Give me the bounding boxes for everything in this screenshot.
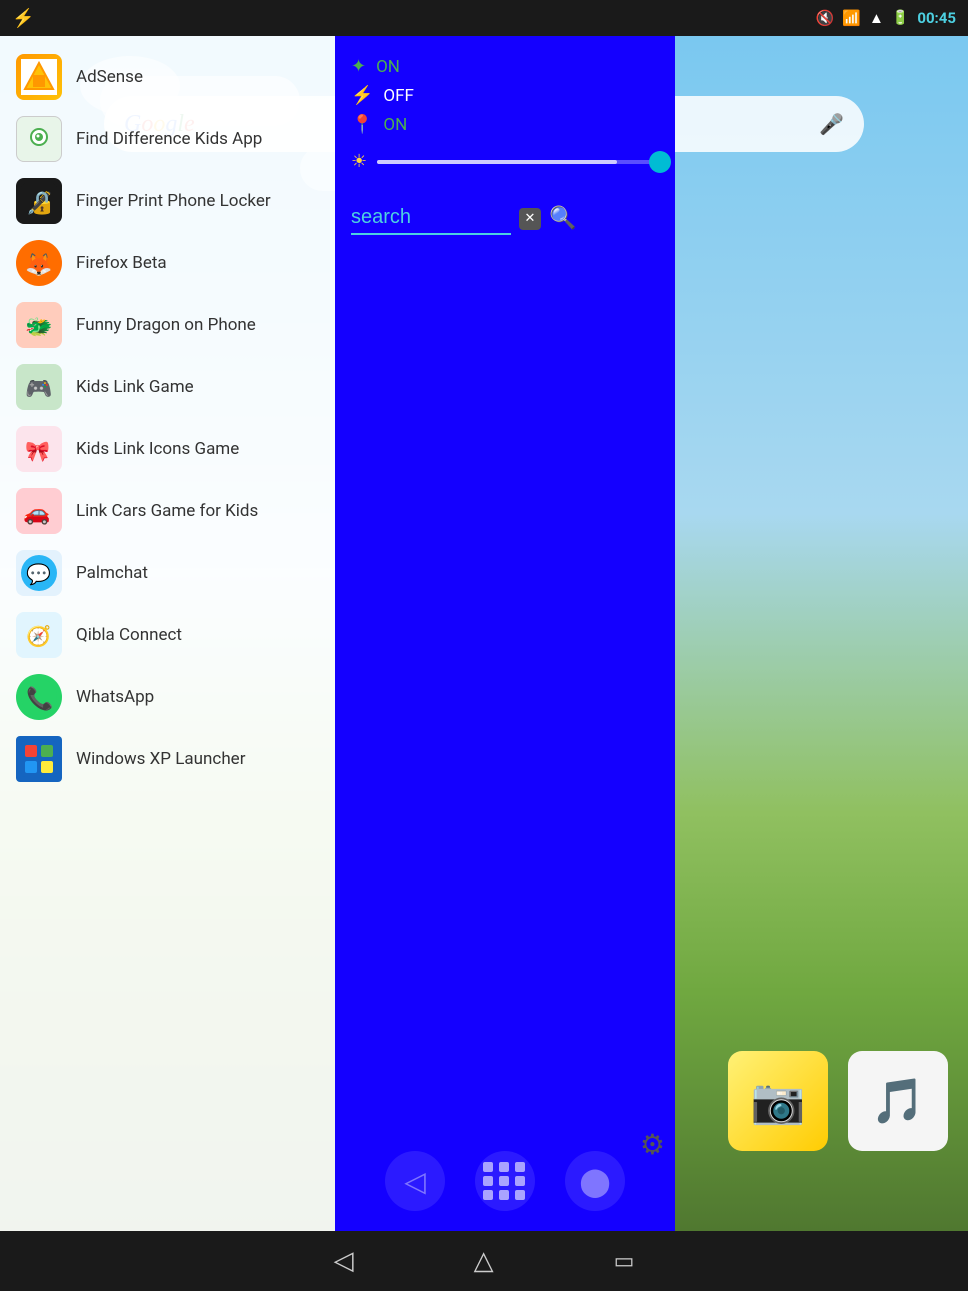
- app-icon-link-cars: 🚗: [16, 488, 62, 534]
- wifi-toggle-label: ON: [376, 57, 400, 77]
- home-button[interactable]: △: [474, 1246, 494, 1276]
- svg-text:🎮: 🎮: [25, 377, 52, 402]
- brightness-thumb[interactable]: [649, 151, 671, 173]
- navigation-bar: ◁ △ ▭: [0, 1231, 968, 1291]
- app-item-palmchat[interactable]: 💬 Palmchat: [0, 542, 335, 604]
- app-name-fingerprint: Finger Print Phone Locker: [76, 191, 271, 211]
- app-icon-qibla: 🧭: [16, 612, 62, 658]
- bluetooth-icon: ⚡: [351, 85, 373, 106]
- wifi-toggle-row[interactable]: ✦ ON: [351, 56, 659, 77]
- svg-text:🚗: 🚗: [23, 501, 50, 526]
- vinyl-icon: 🎵: [871, 1075, 926, 1127]
- app-name-winxp: Windows XP Launcher: [76, 749, 245, 769]
- app-item-adsense[interactable]: AdSense: [0, 46, 335, 108]
- app-icon-adsense: [16, 54, 62, 100]
- blue-panel-bottom-bar: ◁ ⬤: [335, 1131, 675, 1231]
- app-name-dragon: Funny Dragon on Phone: [76, 315, 256, 335]
- app-item-link-cars[interactable]: 🚗 Link Cars Game for Kids: [0, 480, 335, 542]
- svg-text:🔏: 🔏: [26, 190, 53, 216]
- app-item-winxp[interactable]: Windows XP Launcher: [0, 728, 335, 790]
- blue-panel-back-btn[interactable]: ◁: [385, 1151, 445, 1211]
- blue-panel-recents-btn[interactable]: ⬤: [565, 1151, 625, 1211]
- app-item-fingerprint[interactable]: 🔏 Finger Print Phone Locker: [0, 170, 335, 232]
- app-icon-kids-link: 🎮: [16, 364, 62, 410]
- desktop-icons-area: 📷 🎵: [728, 1051, 948, 1151]
- svg-text:📞: 📞: [26, 684, 54, 712]
- app-item-whatsapp[interactable]: 📞 WhatsApp: [0, 666, 335, 728]
- location-icon: 📍: [351, 114, 373, 135]
- app-item-firefox[interactable]: 🦊 Firefox Beta: [0, 232, 335, 294]
- app-item-find-diff[interactable]: Find Difference Kids App: [0, 108, 335, 170]
- app-item-kids-link-icons[interactable]: 🎀 Kids Link Icons Game: [0, 418, 335, 480]
- app-icon-winxp: [16, 736, 62, 782]
- status-right-icons: 🔇 📶 ▲ 🔋 00:45: [816, 9, 956, 27]
- blue-panel-home-btn[interactable]: [475, 1151, 535, 1211]
- app-icon-fingerprint: 🔏: [16, 178, 62, 224]
- status-time: 00:45: [917, 9, 956, 27]
- brightness-fill: [377, 160, 617, 164]
- app-name-kids-link: Kids Link Game: [76, 377, 194, 397]
- app-icon-find-diff: [16, 116, 62, 162]
- wifi-icon: 📶: [842, 9, 861, 27]
- blue-settings-panel: ✦ ON ⚡ OFF 📍 ON ☀ ✕ 🔍 ◁: [335, 36, 675, 1231]
- app-icon-firefox: 🦊: [16, 240, 62, 286]
- app-name-whatsapp: WhatsApp: [76, 687, 154, 707]
- gear-icon[interactable]: ⚙: [640, 1128, 665, 1161]
- signal-icon: ▲: [869, 9, 884, 27]
- app-icon-whatsapp: 📞: [16, 674, 62, 720]
- app-item-qibla[interactable]: 🧭 Qibla Connect: [0, 604, 335, 666]
- brightness-icon: ☀: [351, 151, 367, 172]
- back-icon: ◁: [404, 1165, 426, 1198]
- app-name-firefox: Firefox Beta: [76, 253, 167, 273]
- app-item-dragon[interactable]: 🐲 Funny Dragon on Phone: [0, 294, 335, 356]
- app-drawer-panel: AdSense Find Difference Kids App 🔏 Finger P…: [0, 36, 335, 1231]
- vinyl-app-icon[interactable]: 🎵: [848, 1051, 948, 1151]
- svg-text:🎀: 🎀: [25, 439, 50, 463]
- app-name-kids-link-icons: Kids Link Icons Game: [76, 439, 239, 459]
- recents-button[interactable]: ▭: [614, 1249, 635, 1274]
- camera-app-icon[interactable]: 📷: [728, 1051, 828, 1151]
- location-toggle-label: ON: [383, 115, 407, 135]
- brightness-track[interactable]: [377, 160, 659, 164]
- camera-icon: 📷: [751, 1075, 806, 1127]
- svg-text:🧭: 🧭: [26, 624, 51, 648]
- app-icon-dragon: 🐲: [16, 302, 62, 348]
- app-name-qibla: Qibla Connect: [76, 625, 182, 645]
- app-icon-kids-link-icons: 🎀: [16, 426, 62, 472]
- search-go-button[interactable]: 🔍: [549, 206, 576, 231]
- status-bar: ⚡ 🔇 📶 ▲ 🔋 00:45: [0, 0, 968, 36]
- desktop-area: 📷 🎵: [675, 36, 968, 1231]
- svg-text:🐲: 🐲: [25, 315, 52, 340]
- mic-icon[interactable]: 🎤: [819, 112, 844, 136]
- location-toggle-row[interactable]: 📍 ON: [351, 114, 659, 135]
- back-button[interactable]: ◁: [334, 1246, 354, 1276]
- search-clear-button[interactable]: ✕: [519, 208, 541, 230]
- wifi-toggle-icon: ✦: [351, 56, 366, 77]
- app-name-palmchat: Palmchat: [76, 563, 148, 583]
- blue-panel-search-row: ✕ 🔍: [351, 202, 659, 235]
- app-name-find-diff: Find Difference Kids App: [76, 129, 262, 149]
- recents-icon: ⬤: [579, 1165, 610, 1198]
- brightness-row: ☀: [351, 151, 659, 172]
- svg-text:🦊: 🦊: [25, 252, 52, 278]
- grid-icon: [483, 1162, 527, 1200]
- bluetooth-toggle-label: OFF: [383, 86, 414, 106]
- svg-text:💬: 💬: [26, 562, 51, 586]
- blue-panel-search-input[interactable]: [351, 202, 511, 235]
- app-item-kids-link[interactable]: 🎮 Kids Link Game: [0, 356, 335, 418]
- usb-icon: ⚡: [12, 8, 34, 29]
- bluetooth-toggle-row[interactable]: ⚡ OFF: [351, 85, 659, 106]
- app-name-link-cars: Link Cars Game for Kids: [76, 501, 258, 521]
- battery-icon: 🔋: [892, 10, 909, 26]
- app-icon-palmchat: 💬: [16, 550, 62, 596]
- app-name-adsense: AdSense: [76, 67, 143, 87]
- mute-icon: 🔇: [816, 9, 835, 27]
- status-left-icons: ⚡: [12, 8, 34, 29]
